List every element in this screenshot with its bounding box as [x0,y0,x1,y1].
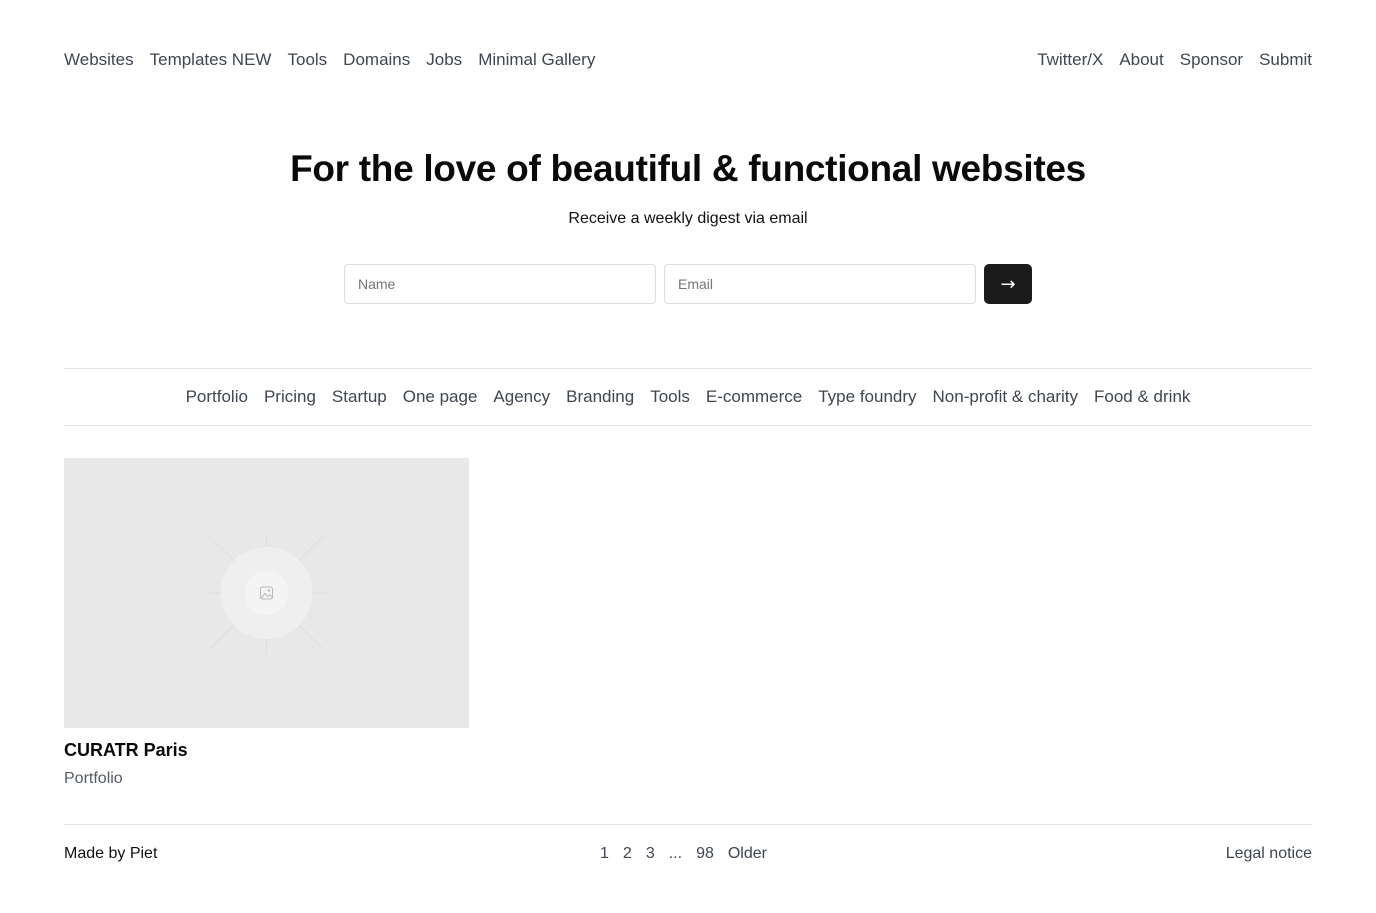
top-nav-left: Websites Templates NEW Tools Domains Job… [64,50,595,70]
category-startup[interactable]: Startup [332,387,387,407]
older-link[interactable]: Older [728,845,767,863]
page-link-3[interactable]: 3 [646,845,655,863]
nav-link-tools[interactable]: Tools [287,50,327,70]
nav-link-websites[interactable]: Websites [64,50,134,70]
category-portfolio[interactable]: Portfolio [186,387,248,407]
page-link-98[interactable]: 98 [696,845,714,863]
name-input[interactable] [344,264,656,304]
nav-link-minimal-gallery[interactable]: Minimal Gallery [478,50,595,70]
nav-link-about[interactable]: About [1119,50,1163,70]
nav-link-twitter[interactable]: Twitter/X [1037,50,1103,70]
category-pricing[interactable]: Pricing [264,387,316,407]
card-thumbnail[interactable] [64,458,469,728]
made-by-link[interactable]: Made by Piet [64,845,157,863]
email-input[interactable] [664,264,976,304]
image-placeholder-icon [206,533,327,653]
nav-link-sponsor[interactable]: Sponsor [1180,50,1243,70]
category-agency[interactable]: Agency [493,387,550,407]
newsletter-form: → [344,264,1032,304]
category-one-page[interactable]: One page [403,387,478,407]
page: Websites Templates NEW Tools Domains Job… [0,0,1376,913]
category-branding[interactable]: Branding [566,387,634,407]
website-card[interactable]: CURATR Paris Portfolio [64,458,469,788]
category-non-profit[interactable]: Non-profit & charity [933,387,1079,407]
top-nav: Websites Templates NEW Tools Domains Job… [64,48,1312,72]
page-link-2[interactable]: 2 [623,845,632,863]
card-category[interactable]: Portfolio [64,770,469,788]
category-ecommerce[interactable]: E-commerce [706,387,802,407]
arrow-right-icon: → [1000,273,1016,295]
category-bar: Portfolio Pricing Startup One page Agenc… [64,368,1312,426]
nav-link-templates[interactable]: Templates NEW [150,50,272,70]
nav-link-domains[interactable]: Domains [343,50,410,70]
nav-link-submit[interactable]: Submit [1259,50,1312,70]
category-type-foundry[interactable]: Type foundry [818,387,916,407]
page-link-1[interactable]: 1 [600,845,609,863]
card-title[interactable]: CURATR Paris [64,740,469,761]
pagination: 1 2 3 ... 98 Older [600,845,767,863]
nav-link-jobs[interactable]: Jobs [426,50,462,70]
category-food-drink[interactable]: Food & drink [1094,387,1190,407]
footer: Made by Piet 1 2 3 ... 98 Older Legal no… [64,824,1312,882]
top-nav-right: Twitter/X About Sponsor Submit [1037,50,1312,70]
pagination-ellipsis: ... [668,845,683,862]
hero-subtitle: Receive a weekly digest via email [568,210,808,227]
category-tools[interactable]: Tools [650,387,690,407]
hero-title: For the love of beautiful & functional w… [290,148,1086,189]
legal-notice-link[interactable]: Legal notice [1226,845,1312,863]
subscribe-button[interactable]: → [984,264,1032,304]
